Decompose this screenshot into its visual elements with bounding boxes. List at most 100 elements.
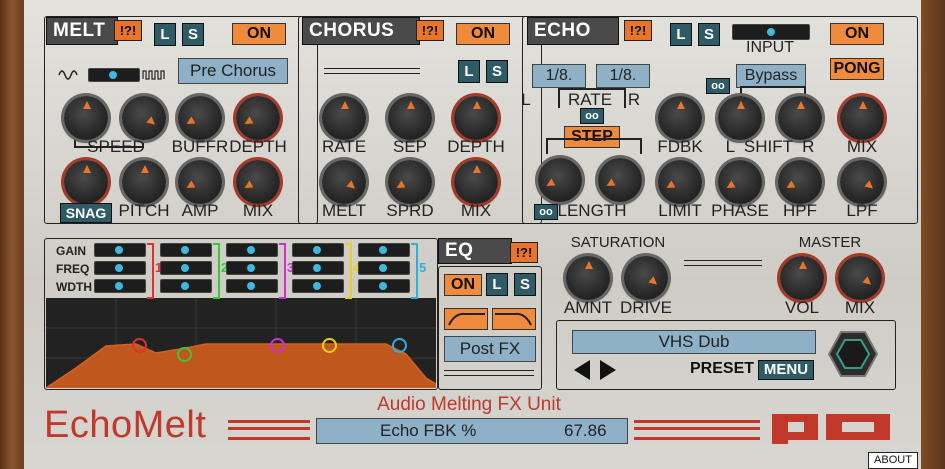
melt-title: MELT <box>46 17 118 45</box>
echo-mix-knob[interactable] <box>840 96 884 140</box>
chorus-on-button[interactable]: ON <box>456 23 510 45</box>
melt-on-button[interactable]: ON <box>232 23 286 45</box>
melt-amp-knob[interactable] <box>178 160 222 204</box>
chorus-warn-button[interactable]: !?! <box>416 20 444 41</box>
echo-s-button[interactable]: S <box>698 23 720 46</box>
chorus-sprd-knob[interactable] <box>388 160 432 204</box>
melt-depth-knob[interactable] <box>236 96 280 140</box>
chorus-sep-knob[interactable] <box>388 96 432 140</box>
eq-band-2-bracket <box>213 243 220 299</box>
eq-band-5-slider-freq[interactable] <box>358 261 410 275</box>
eq-band-5-slider-gain[interactable] <box>358 243 410 257</box>
chorus-s-button[interactable]: S <box>486 60 508 83</box>
brand-lines-left <box>228 420 310 440</box>
master-mix-knob[interactable] <box>838 256 882 300</box>
preset-hexagon-icon[interactable] <box>827 330 879 383</box>
melt-mode-display[interactable]: Pre Chorus <box>178 58 288 84</box>
preset-next-arrow-icon[interactable] <box>598 358 618 387</box>
echo-phase-knob[interactable] <box>718 160 762 204</box>
melt-snag-knob[interactable] <box>64 160 108 204</box>
echo-fdbk-knob[interactable] <box>658 96 702 140</box>
saturation-amnt-knob[interactable] <box>566 256 610 300</box>
eq-band-2-slider-gain[interactable] <box>160 243 212 257</box>
parameter-value: 67.86 <box>564 421 607 440</box>
master-vol-knob[interactable] <box>780 256 824 300</box>
melt-mix-knob[interactable] <box>236 160 280 204</box>
echo-l-button[interactable]: L <box>670 23 692 46</box>
chorus-mix-knob[interactable] <box>454 160 498 204</box>
eq-highpass-button[interactable] <box>444 308 488 330</box>
melt-depth-label: DEPTH <box>229 137 287 156</box>
preset-label: PRESET <box>690 360 755 377</box>
chorus-mix-label: MIX <box>460 201 492 220</box>
echo-pong-button[interactable]: PONG <box>830 58 884 80</box>
preset-name-display[interactable]: VHS Dub <box>572 330 816 354</box>
echo-length-knob-left[interactable] <box>538 158 582 202</box>
eq-curve-display[interactable] <box>46 298 436 388</box>
about-button[interactable]: ABOUT <box>868 452 918 469</box>
melt-l-button[interactable]: L <box>154 23 176 46</box>
eq-node-1[interactable] <box>132 338 147 353</box>
eq-band-3-slider-freq[interactable] <box>226 261 278 275</box>
melt-s-button[interactable]: S <box>182 23 204 46</box>
saturation-drive-label: DRIVE <box>620 298 672 317</box>
chorus-l-button[interactable]: L <box>458 60 480 83</box>
eq-l-button[interactable]: L <box>486 273 508 296</box>
eq-band-5-slider-width[interactable] <box>358 279 410 293</box>
eq-s-button[interactable]: S <box>514 273 536 296</box>
eq-node-3[interactable] <box>270 338 285 353</box>
eq-band-2-slider-width[interactable] <box>160 279 212 293</box>
eq-band-2-slider-freq[interactable] <box>160 261 212 275</box>
melt-shape-slider[interactable] <box>88 68 140 82</box>
melt-speed-knob-left[interactable] <box>64 96 108 140</box>
eq-band-3-slider-gain[interactable] <box>226 243 278 257</box>
eq-node-2[interactable] <box>177 347 192 362</box>
echo-rate-left-display[interactable]: 1/8. <box>532 64 586 88</box>
echo-length-bracket <box>546 138 642 154</box>
melt-speed-label: SPEED <box>87 137 145 156</box>
melt-pitch-knob[interactable] <box>122 160 166 204</box>
echo-fdbk-label: FDBK <box>657 137 703 156</box>
saturation-drive-knob[interactable] <box>624 256 668 300</box>
parameter-name: Echo FBK % <box>380 421 477 440</box>
echo-shift-r-knob[interactable] <box>778 96 822 140</box>
echo-input-slider[interactable] <box>732 24 810 40</box>
melt-buffr-knob[interactable] <box>178 96 222 140</box>
echo-shift-link-button[interactable]: oo <box>706 78 730 94</box>
eq-band-1-slider-freq[interactable] <box>94 261 146 275</box>
echo-on-button[interactable]: ON <box>830 23 884 45</box>
echo-bypass-display[interactable]: Bypass <box>736 64 806 88</box>
preset-prev-arrow-icon[interactable] <box>572 358 592 387</box>
echo-length-label: LENGTH <box>557 201 627 220</box>
eq-node-5[interactable] <box>392 338 407 353</box>
melt-speed-knob-right[interactable] <box>122 96 166 140</box>
eq-node-4[interactable] <box>322 338 337 353</box>
echo-length-knob-right[interactable] <box>598 158 642 202</box>
echo-hpf-knob[interactable] <box>778 160 822 204</box>
echo-rate-l-label: L <box>521 90 531 109</box>
eq-lowpass-button[interactable] <box>492 308 536 330</box>
eq-band-1-slider-width[interactable] <box>94 279 146 293</box>
plugin-panel: MELT !?! L S ON Pre Chorus SPEED BUFFR D… <box>24 0 921 469</box>
melt-warn-button[interactable]: !?! <box>114 20 142 41</box>
chorus-depth-knob[interactable] <box>454 96 498 140</box>
eq-band-1-slider-gain[interactable] <box>94 243 146 257</box>
eq-band-3-slider-width[interactable] <box>226 279 278 293</box>
eq-band-3-bracket <box>279 243 286 299</box>
eq-position-display[interactable]: Post FX <box>444 336 536 362</box>
echo-limit-knob[interactable] <box>658 160 702 204</box>
preset-menu-button[interactable]: MENU <box>758 360 814 380</box>
eq-band-4-slider-width[interactable] <box>292 279 344 293</box>
chorus-melt-knob[interactable] <box>322 160 366 204</box>
chorus-rate-knob[interactable] <box>322 96 366 140</box>
eq-warn-button[interactable]: !?! <box>510 242 538 263</box>
echo-rate-link-button[interactable]: oo <box>580 108 604 124</box>
echo-shift-l-knob[interactable] <box>718 96 762 140</box>
echo-lpf-knob[interactable] <box>840 160 884 204</box>
eq-band-4-slider-gain[interactable] <box>292 243 344 257</box>
echo-warn-button[interactable]: !?! <box>624 20 652 41</box>
eq-band-4-slider-freq[interactable] <box>292 261 344 275</box>
sine-wave-icon <box>58 68 80 86</box>
eq-on-button[interactable]: ON <box>444 274 482 296</box>
echo-rate-right-display[interactable]: 1/8. <box>596 64 650 88</box>
